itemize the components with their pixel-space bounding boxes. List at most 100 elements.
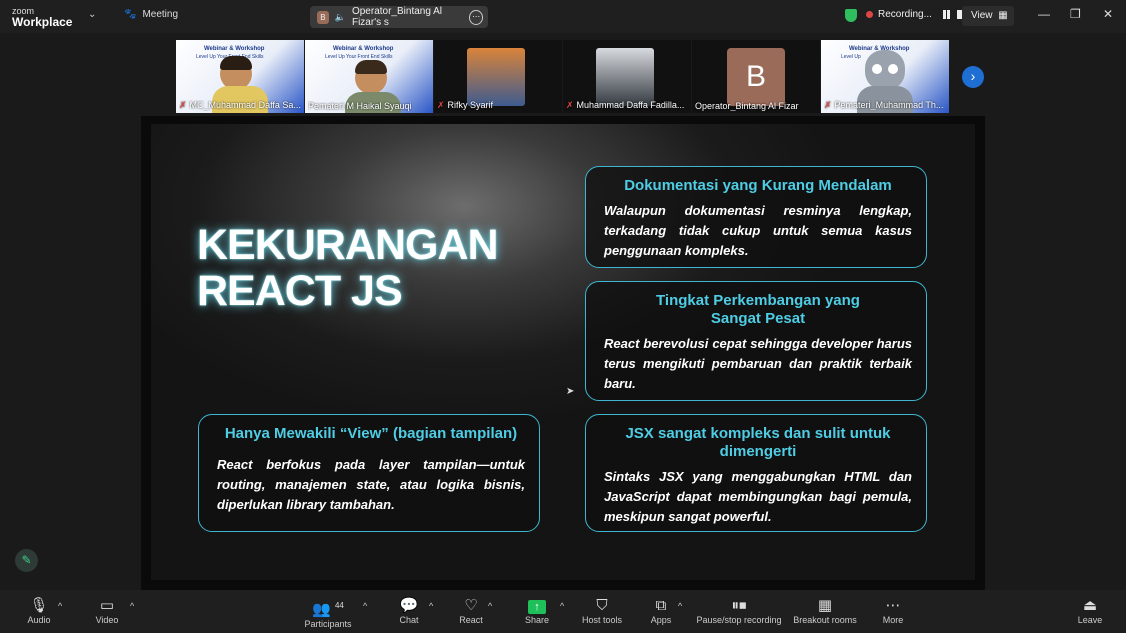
- restore-icon[interactable]: ❐: [1070, 7, 1081, 21]
- react-options-chevron-icon[interactable]: ^: [488, 601, 492, 611]
- audio-options-chevron-icon[interactable]: ^: [58, 601, 62, 611]
- pause-stop-recording-button[interactable]: ⏸⏹ Pause/stop recording: [694, 597, 784, 625]
- apps-icon: ⧉: [655, 597, 667, 614]
- top-bar: zoom Workplace ⌄ 🐾 Meeting B 🔈 Operator_…: [0, 0, 1126, 33]
- pencil-icon[interactable]: ✎: [15, 549, 38, 572]
- meeting-tab-label: Meeting: [142, 9, 179, 20]
- chat-button[interactable]: 💬 Chat: [392, 597, 426, 625]
- video-options-chevron-icon[interactable]: ^: [130, 601, 134, 611]
- chat-options-chevron-icon[interactable]: ^: [429, 601, 433, 611]
- pause-stop-icon: ⏸⏹: [731, 597, 747, 614]
- more-icon[interactable]: ⋯: [469, 9, 483, 25]
- card-heading: JSX sangat kompleks dan sulit untuk dime…: [625, 425, 891, 460]
- chat-icon: 💬: [399, 597, 419, 614]
- mic-muted-icon: ✗: [566, 100, 574, 110]
- participant-video: [355, 60, 387, 94]
- camera-icon: ▭: [99, 597, 115, 614]
- breakout-rooms-button[interactable]: ▦ Breakout rooms: [790, 597, 860, 625]
- share-button[interactable]: ↑ Share: [520, 597, 554, 625]
- participants-label: Participants: [304, 619, 352, 629]
- people-icon: 👥 44: [312, 601, 344, 618]
- share-label: Share: [524, 615, 550, 625]
- apps-button[interactable]: ⧉ Apps: [644, 597, 678, 625]
- view-button-label: View: [971, 10, 993, 21]
- leave-button[interactable]: ⏏ Leave: [1073, 597, 1107, 625]
- shield-icon[interactable]: [845, 9, 857, 22]
- participant-video: [596, 48, 654, 106]
- grid-icon: ▦: [817, 597, 833, 614]
- participant-tile[interactable]: B Operator_Bintang Al Fizar: [692, 40, 820, 113]
- close-icon[interactable]: ✕: [1103, 7, 1113, 21]
- next-page-button[interactable]: ›: [962, 66, 984, 88]
- recording-label: Recording...: [878, 9, 932, 20]
- participant-tile[interactable]: ✗ Rifky Syarif: [434, 40, 562, 113]
- pause-icon[interactable]: [942, 10, 946, 19]
- participant-tile-active-speaker[interactable]: Webinar & Workshop Level Up Your Front E…: [305, 40, 433, 113]
- banner-title: Webinar & Workshop: [204, 46, 265, 52]
- participant-tile[interactable]: Webinar & Workshop Level Up ✗ Pemateri_Mu…: [821, 40, 949, 113]
- share-options-chevron-icon[interactable]: ^: [560, 601, 564, 611]
- chevron-down-icon[interactable]: ⌄: [88, 9, 96, 20]
- record-dot-icon: [866, 11, 873, 18]
- minimize-icon[interactable]: —: [1038, 7, 1050, 21]
- slide-card: Hanya Mewakili “View” (bagian tampilan) …: [198, 414, 540, 532]
- leave-label: Leave: [1077, 615, 1103, 625]
- chevron-right-icon: ›: [970, 68, 976, 84]
- logo-line2: Workplace: [12, 15, 73, 29]
- card-body: Walaupun dokumentasi resminya lengkap, t…: [604, 203, 912, 258]
- more-button[interactable]: ⋯ More: [876, 597, 910, 625]
- mouse-cursor-icon: ➤: [566, 386, 575, 397]
- zoom-logo[interactable]: zoom Workplace: [12, 6, 73, 29]
- share-screen-icon: ↑: [528, 600, 546, 614]
- presentation-slide: KEKURANGAN REACT JS Dokumentasi yang Kur…: [151, 124, 975, 580]
- breakout-label: Breakout rooms: [793, 615, 857, 625]
- card-body: React berfokus pada layer tampilan—untuk…: [217, 457, 525, 512]
- slide-card: Dokumentasi yang Kurang Mendalam Walaupu…: [585, 166, 927, 268]
- banner-title: Webinar & Workshop: [333, 46, 394, 52]
- participant-name: Pemateri M Haikal Syauqi: [308, 101, 412, 111]
- apps-label: Apps: [650, 615, 672, 625]
- slide-card: Tingkat Perkembangan yang Sangat Pesat R…: [585, 281, 927, 401]
- recording-indicator[interactable]: Recording...: [866, 9, 966, 20]
- participant-name: Operator_Bintang Al Fizar: [695, 101, 799, 111]
- mic-muted-icon: ✗: [179, 100, 187, 110]
- heart-icon: ♡: [464, 597, 478, 614]
- paw-icon: 🐾: [124, 9, 137, 20]
- participants-button[interactable]: 👥 44 Participants: [300, 597, 356, 629]
- view-button[interactable]: View ▦: [962, 6, 1014, 26]
- mic-muted-icon: ✗: [437, 100, 445, 110]
- card-body: React berevolusi cepat sehingga develope…: [604, 336, 912, 391]
- banner-subtitle: Level Up: [841, 54, 861, 60]
- card-heading: Hanya Mewakili “View” (bagian tampilan): [224, 425, 518, 442]
- video-button[interactable]: ▭ Video: [90, 597, 124, 625]
- react-label: React: [459, 615, 483, 625]
- mic-muted-icon: 🎙: [29, 597, 49, 614]
- apps-options-chevron-icon[interactable]: ^: [678, 601, 682, 611]
- shield-icon: ⛉: [596, 597, 608, 614]
- shared-screen[interactable]: KEKURANGAN REACT JS Dokumentasi yang Kur…: [141, 116, 985, 590]
- chat-label: Chat: [399, 615, 419, 625]
- participant-tile[interactable]: ✗ Muhammad Daffa Fadilla...: [563, 40, 691, 113]
- participants-count: 44: [334, 601, 344, 610]
- participants-options-chevron-icon[interactable]: ^: [363, 601, 367, 611]
- audio-button[interactable]: 🎙 Audio: [22, 597, 56, 625]
- grid-icon: ▦: [998, 10, 1008, 21]
- avatar: B: [727, 48, 785, 106]
- meeting-tab[interactable]: 🐾 Meeting: [124, 9, 178, 20]
- meeting-controls: 🎙 Audio ^ ▭ Video ^ 👥 44 Participants ^ …: [0, 590, 1126, 633]
- host-tools-label: Host tools: [581, 615, 623, 625]
- react-button[interactable]: ♡ React: [454, 597, 488, 625]
- leave-icon: ⏏: [1082, 597, 1098, 614]
- banner-subtitle: Level Up Your Front End Skills: [325, 54, 393, 60]
- mic-muted-icon: ✗: [824, 100, 832, 110]
- participant-video: [467, 48, 525, 106]
- sharer-avatar: B: [317, 10, 329, 24]
- slide-title: KEKURANGAN REACT JS: [197, 221, 499, 315]
- participant-tile[interactable]: Webinar & Workshop Level Up Your Front E…: [176, 40, 304, 113]
- host-tools-button[interactable]: ⛉ Host tools: [578, 597, 626, 625]
- card-heading: Dokumentasi yang Kurang Mendalam: [624, 177, 892, 194]
- share-indicator-label: Operator_Bintang Al Fizar's s: [351, 6, 443, 28]
- more-icon: ⋯: [885, 597, 901, 614]
- share-indicator[interactable]: B 🔈 Operator_Bintang Al Fizar's s ⋯: [310, 6, 488, 28]
- more-label: More: [882, 615, 904, 625]
